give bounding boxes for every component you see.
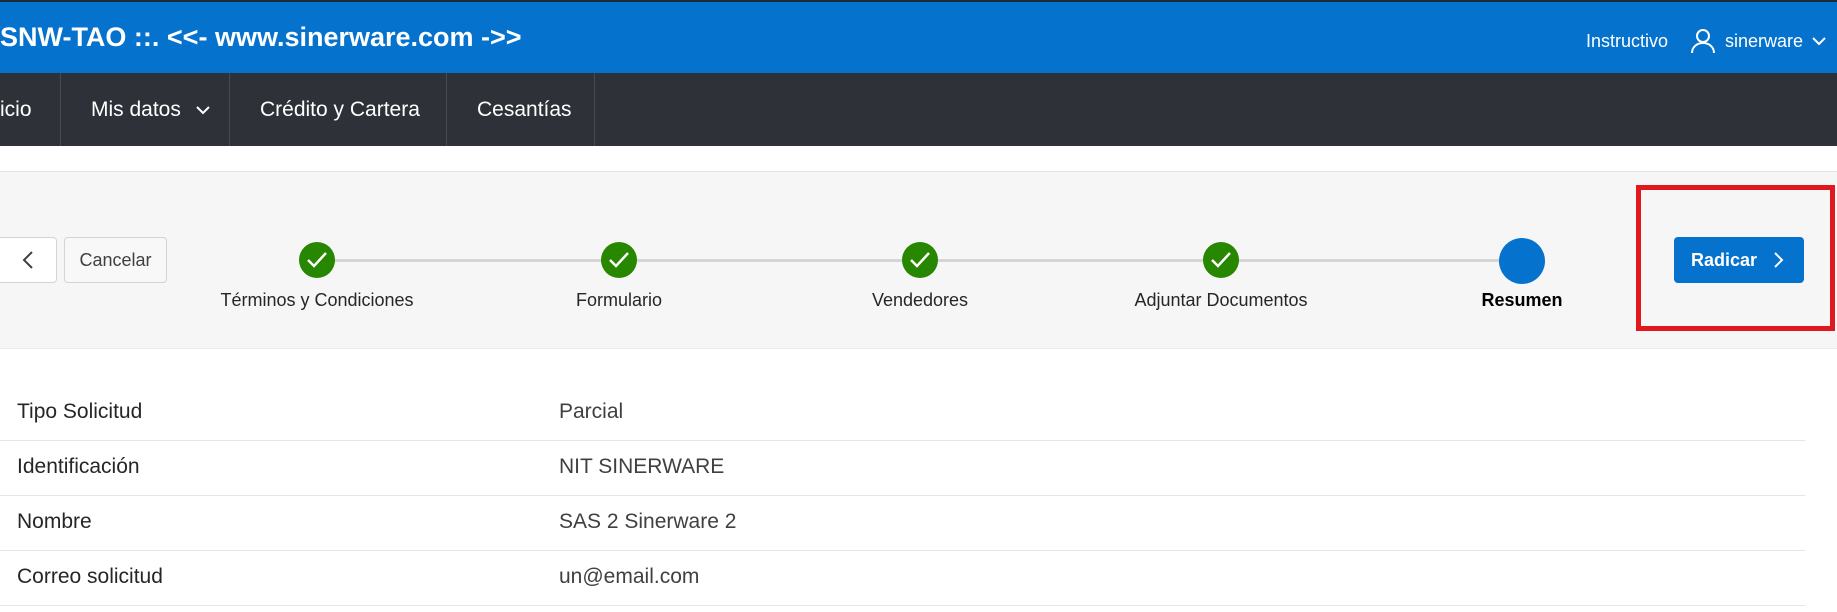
field-value: un@email.com (559, 565, 700, 588)
cancel-button[interactable]: Cancelar (64, 237, 167, 283)
field-label: Correo solicitud (17, 565, 163, 588)
user-name: sinerware (1725, 30, 1804, 51)
radicar-button-label: Radicar (1690, 249, 1758, 270)
step-complete-marker (902, 242, 938, 278)
chevron-down-icon (1811, 33, 1827, 49)
user-menu[interactable]: sinerware (1689, 26, 1827, 56)
chevron-left-icon (22, 251, 33, 269)
field-label: Nombre (17, 510, 92, 533)
instructivo-link[interactable]: Instructivo (1586, 31, 1668, 52)
check-icon (609, 252, 629, 268)
nav-item-mis-datos[interactable]: Mis datos (61, 73, 230, 146)
nav-item-label: icio (0, 97, 32, 121)
step-complete-marker (601, 242, 637, 278)
step-label: Formulario (575, 290, 663, 310)
wizard-step-resumen: Resumen (1392, 172, 1652, 350)
field-value: SAS 2 Sinerware 2 (559, 510, 737, 533)
summary-row-nombre: Nombre SAS 2 Sinerware 2 (0, 496, 1805, 551)
wizard-progress-region: Cancelar Términos y Condiciones Formular… (0, 171, 1837, 349)
nav-item-inicio[interactable]: icio (0, 73, 61, 146)
top-header-bar: SNW-TAO ::. <<- www.sinerware.com ->> In… (0, 0, 1837, 73)
summary-row-correo-solicitud: Correo solicitud un@email.com (0, 551, 1805, 606)
step-label: Resumen (1481, 290, 1563, 310)
chevron-down-icon (195, 102, 211, 118)
user-icon (1689, 27, 1717, 55)
field-label: Tipo Solicitud (17, 400, 143, 423)
summary-row-identificacion: Identificación NIT SINERWARE (0, 441, 1805, 496)
check-icon (1211, 252, 1231, 268)
field-value: NIT SINERWARE (559, 455, 725, 478)
field-label: Identificación (17, 455, 140, 478)
summary-details: Tipo Solicitud Parcial Identificación NI… (0, 386, 1805, 606)
wizard-step-vendedores: Vendedores (790, 172, 1050, 350)
chevron-right-icon (1769, 251, 1787, 269)
nav-item-credito-y-cartera[interactable]: Crédito y Cartera (230, 73, 447, 146)
main-navigation: icio Mis datos Crédito y Cartera Cesantí… (0, 73, 1837, 146)
wizard-step-adjuntar-documentos: Adjuntar Documentos (1091, 172, 1351, 350)
step-label: Términos y Condiciones (220, 290, 414, 310)
previous-button[interactable] (0, 237, 57, 283)
nav-item-cesantias[interactable]: Cesantías (447, 73, 595, 146)
wizard-step-formulario: Formulario (489, 172, 749, 350)
step-label: Adjuntar Documentos (1134, 290, 1308, 310)
step-complete-marker (299, 242, 335, 278)
step-current-marker (1499, 238, 1545, 284)
nav-item-label: Mis datos (91, 97, 181, 121)
radicar-button[interactable]: Radicar (1674, 237, 1804, 283)
wizard-step-terminos: Términos y Condiciones (187, 172, 447, 350)
nav-item-label: Crédito y Cartera (260, 97, 420, 121)
summary-row-tipo-solicitud: Tipo Solicitud Parcial (0, 386, 1805, 441)
check-icon (910, 252, 930, 268)
step-label: Vendedores (871, 290, 969, 310)
check-icon (307, 252, 327, 268)
app-title[interactable]: SNW-TAO ::. <<- www.sinerware.com ->> (0, 22, 522, 53)
field-value: Parcial (559, 400, 624, 423)
step-complete-marker (1203, 242, 1239, 278)
nav-item-label: Cesantías (477, 97, 572, 121)
